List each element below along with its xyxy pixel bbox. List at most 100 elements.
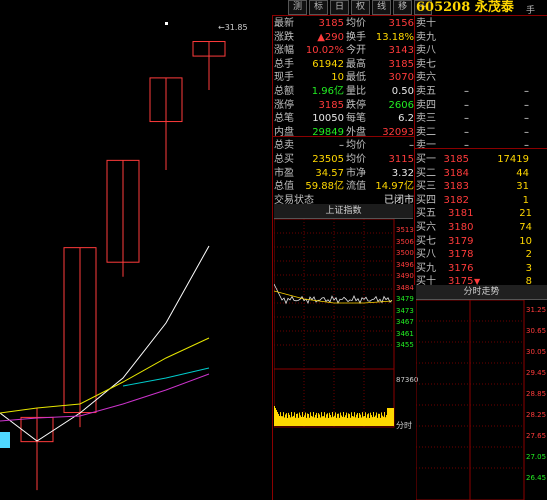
quote-value: 1.96亿 <box>311 86 344 97</box>
index-chart[interactable] <box>274 219 414 429</box>
quote-row: 总卖 – 均价 – 卖一 – – <box>274 139 544 153</box>
toolbar-btn-xian[interactable]: 线 <box>372 0 392 15</box>
order-book-row[interactable]: 买五 3181 21 <box>416 207 547 221</box>
index-axis-label: 3490 <box>396 272 414 280</box>
book-label: 买九 <box>416 262 436 274</box>
quote-label: 市净 <box>346 167 366 179</box>
book-volume: – <box>524 86 529 97</box>
book-price: 3184 <box>443 167 469 179</box>
intraday-panel-title[interactable]: 分时走势 <box>416 285 547 300</box>
book-label: 卖六 <box>416 72 436 84</box>
quote-value: 10 <box>331 72 344 84</box>
toolbar-btn-ri[interactable]: 日 <box>330 0 350 15</box>
quote-label: 量比 <box>346 86 366 97</box>
intraday-axis-label: 27.05 <box>526 453 547 461</box>
toolbar-btn-quan[interactable]: 权 <box>351 0 371 15</box>
quote-value: ▲290 <box>317 31 344 43</box>
quote-value: 3115 <box>388 154 414 165</box>
order-book-row[interactable]: 买八 3178 2 <box>416 248 547 262</box>
book-price: 3181 <box>448 208 474 220</box>
intraday-axis-label: 29.45 <box>526 369 547 377</box>
stock-title: 605208 永茂泰 <box>416 0 514 16</box>
quote-label: 最低 <box>346 72 366 84</box>
order-book-row[interactable]: 买九 3176 3 <box>416 262 547 276</box>
quote-value: 34.57 <box>315 167 344 179</box>
quote-value: 3070 <box>388 72 414 84</box>
quote-label: 跌停 <box>346 99 366 111</box>
index-axis-label: 3513 <box>396 226 414 234</box>
book-label: 买二 <box>416 167 436 179</box>
book-price: 3179 <box>448 235 474 247</box>
index-axis-label: 3496 <box>396 260 414 269</box>
quote-label: 总额 <box>274 86 294 97</box>
book-label: 卖十 <box>416 18 436 29</box>
quote-value: 10050 <box>312 113 344 125</box>
intraday-axis-label: 31.25 <box>526 306 547 314</box>
prev-cluster-marker <box>0 432 10 448</box>
index-axis-label: 3467 <box>396 318 414 326</box>
book-volume: 74 <box>519 222 532 233</box>
intraday-axis-label: 26.45 <box>526 474 547 482</box>
quote-value: 14.97亿 <box>375 181 414 193</box>
book-volume: 17419 <box>497 154 529 165</box>
index-axis-label: 3479 <box>396 295 414 303</box>
intraday-axis-label: 28.25 <box>526 411 547 419</box>
quote-value: 3.32 <box>391 167 414 179</box>
book-price: – <box>464 86 469 97</box>
book-price: 3176 <box>448 262 474 274</box>
quote-label: 每笔 <box>346 113 366 125</box>
quote-row: 最新 3185 均价 3156 卖十 <box>274 17 544 31</box>
index-footer[interactable]: 分时 <box>396 420 412 431</box>
ma-line <box>0 245 210 442</box>
quote-row: 涨跌 ▲290 换手 13.18% 卖九 <box>274 31 544 45</box>
book-price: – <box>464 113 469 125</box>
book-volume: 3 <box>525 262 532 274</box>
quote-label: 总值 <box>274 181 294 193</box>
quote-label: 最新 <box>274 18 294 29</box>
index-price-line <box>274 283 393 305</box>
book-label: 卖七 <box>416 58 436 70</box>
quote-value: 23505 <box>312 154 344 165</box>
quote-row: 总笔 10050 每笔 6.2 卖三 – – <box>274 112 544 126</box>
quote-label: 换手 <box>346 31 366 43</box>
book-volume: – <box>524 140 529 152</box>
quote-label: 均价 <box>346 140 366 152</box>
order-book-row[interactable]: 买七 3179 10 <box>416 235 547 249</box>
quote-label: 涨跌 <box>274 31 294 43</box>
book-volume: 31 <box>516 181 529 193</box>
book-label: 卖五 <box>416 86 436 97</box>
index-axis-label: 3455 <box>396 341 414 349</box>
book-label: 卖九 <box>416 31 436 43</box>
quote-label: 外盘 <box>346 126 366 138</box>
toolbar-btn-yi[interactable]: 移 <box>393 0 413 15</box>
quote-row: 总值 59.88亿 流值 14.97亿 买三 3183 31 <box>274 180 544 194</box>
quote-value: 3156 <box>388 18 414 29</box>
book-volume: – <box>524 126 529 138</box>
quote-label: 现手 <box>274 72 294 84</box>
index-vol-label: 87360 <box>396 376 419 384</box>
kline-marker <box>165 22 168 25</box>
ma-line <box>122 367 210 387</box>
stock-code: 605208 <box>416 0 471 15</box>
index-axis-label: 3506 <box>396 237 414 246</box>
kline-chart[interactable]: ←31.85 <box>0 0 270 500</box>
book-price: 3180 <box>448 222 474 233</box>
book-label: 卖二 <box>416 126 436 138</box>
toolbar-btn-ce[interactable]: 测 <box>288 0 308 15</box>
ma-line <box>0 373 210 422</box>
quote-value: 32093 <box>382 126 414 138</box>
book-price: 3182 <box>443 194 469 206</box>
intraday-axis-label: 30.65 <box>526 327 547 335</box>
quote-row: 总买 23505 均价 3115 买一 3185 17419 <box>274 153 544 167</box>
toolbar-btn-biao[interactable]: 标 <box>309 0 329 15</box>
quote-row: 现手 10 最低 3070 卖六 <box>274 71 544 85</box>
index-panel-title[interactable]: 上证指数 <box>274 204 413 219</box>
quote-value: 3185 <box>318 99 344 111</box>
intraday-axis-label: 28.85 <box>526 390 547 398</box>
book-price: – <box>464 140 469 152</box>
quote-label: 总手 <box>274 58 294 70</box>
order-book-row[interactable]: 买六 3180 74 <box>416 221 547 235</box>
quote-label: 今开 <box>346 45 366 57</box>
quote-label: 均价 <box>346 154 366 165</box>
quote-row: 总额 1.96亿 量比 0.50 卖五 – – <box>274 85 544 99</box>
